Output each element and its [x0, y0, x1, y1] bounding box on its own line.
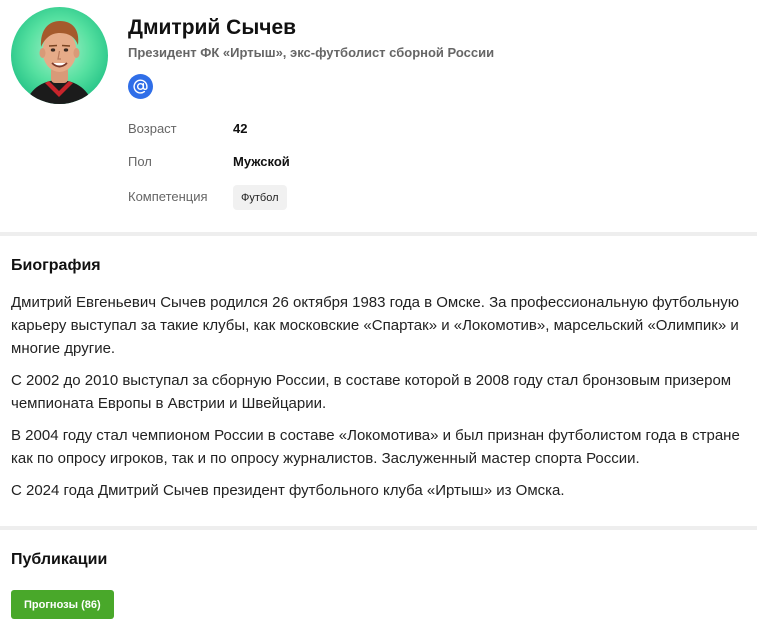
profile-subtitle: Президент ФК «Иртыш», экс-футболист сбор…: [128, 45, 495, 60]
publications-title: Публикации: [11, 551, 108, 568]
age-value: 42: [233, 121, 248, 136]
forecasts-button[interactable]: Прогнозы (86): [11, 590, 114, 619]
competence-tag[interactable]: Футбол: [233, 185, 287, 210]
at-sign-icon: [133, 79, 148, 94]
biography-paragraph: С 2024 года Дмитрий Сычев президент футб…: [11, 482, 565, 499]
profile-header: Дмитрий Сычев Президент ФК «Иртыш», экс-…: [0, 0, 757, 233]
biography-paragraph: С 2002 до 2010 выступал за сборную Росси…: [11, 372, 732, 412]
avatar: [11, 7, 108, 104]
gender-value: Мужской: [233, 154, 290, 169]
biography-paragraph: Дмитрий Евгеньевич Сычев родился 26 октя…: [11, 294, 740, 357]
section-divider: [0, 232, 757, 236]
competence-label: Компетенция: [128, 189, 208, 204]
age-label: Возраст: [128, 121, 177, 136]
section-divider: [0, 526, 757, 530]
biography-paragraph: В 2004 году стал чемпионом России в сост…: [11, 427, 740, 467]
biography-text: Дмитрий Евгеньевич Сычев родился 26 октя…: [11, 291, 746, 511]
email-button[interactable]: [128, 74, 153, 99]
biography-title: Биография: [11, 257, 101, 274]
profile-name: Дмитрий Сычев: [128, 16, 297, 39]
avatar-portrait: [25, 21, 93, 104]
gender-label: Пол: [128, 154, 152, 169]
